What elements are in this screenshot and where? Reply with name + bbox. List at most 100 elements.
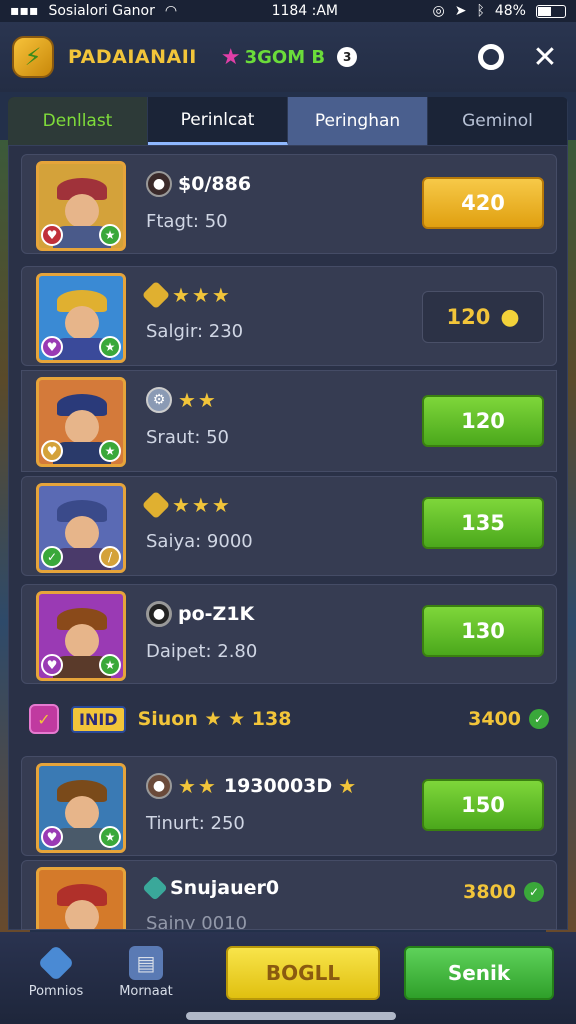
item-info: ★★★ Salgir: 230	[141, 280, 244, 342]
item-name: $0/886	[178, 173, 252, 195]
settings-button[interactable]	[472, 38, 510, 76]
signal-icon: ▪▪▪	[10, 3, 39, 19]
item-info: Snujauer0 Sainy 0010	[142, 875, 280, 930]
tab-perinlcat[interactable]: Perinlcat	[148, 97, 288, 145]
item-stat: Sainy 0010	[146, 913, 248, 930]
list-item: ♥ ★ ● po-Z1K Daipet: 2.80 130	[21, 584, 557, 684]
nav-label: Pomnios	[28, 984, 84, 999]
diamond-icon	[37, 944, 75, 982]
green-star-badge-icon: ★	[99, 826, 121, 848]
book-icon: ▤	[129, 946, 163, 980]
star-rating: ★★	[178, 774, 218, 798]
list-item: Snujauer0 Sainy 0010 3800 ✓	[21, 860, 557, 930]
item-info: ★★★ Saiya: 9000	[141, 490, 253, 552]
subtitle-group: ★ 3GOM B 3	[221, 45, 358, 70]
wifi-icon: ◠	[164, 3, 178, 19]
green-star-badge-icon: ★	[99, 654, 121, 676]
tab-bar: Denllast Perinlcat Peringhan Geminol	[8, 97, 568, 145]
heart-badge-icon: ♥	[41, 440, 63, 462]
gold-gem-icon	[141, 490, 171, 520]
subtitle-badge: 3	[337, 47, 358, 67]
vip-value: 3400	[468, 708, 521, 730]
buy-button[interactable]: 150	[422, 779, 544, 831]
portrait-icon: ●	[146, 171, 172, 197]
vip-text: Siuon ★ ★ 138	[137, 708, 292, 730]
green-action-button[interactable]: Senik	[404, 946, 554, 1000]
green-star-badge-icon: ★	[99, 440, 121, 462]
green-star-badge-icon: ★	[99, 336, 121, 358]
list-item: ♥ ★ ● $0/886 Ftagt: 50 420	[21, 154, 557, 254]
item-stat: Daipet: 2.80	[146, 641, 258, 662]
lightning-logo-icon: ⚡	[12, 36, 54, 78]
buy-button[interactable]: 120	[422, 395, 544, 447]
hero-face	[65, 410, 99, 444]
carrier-name: Sosialori Ganor	[48, 3, 155, 19]
hero-face	[65, 516, 99, 550]
teal-gem-icon	[142, 875, 168, 901]
location-icon: ◎	[432, 3, 445, 19]
hero-avatar: ♥ ★	[36, 273, 126, 363]
price: 120	[446, 305, 491, 329]
navigation-icon: ➤	[454, 3, 467, 19]
buy-button[interactable]: 130	[422, 605, 544, 657]
sword-badge-icon: /	[99, 546, 121, 568]
buy-button[interactable]: 120 ●	[422, 291, 544, 343]
buy-button[interactable]: 420	[422, 177, 544, 229]
check-icon: ✓	[524, 882, 544, 902]
item-stat: Tinurt: 250	[146, 813, 245, 834]
vip-value-group: 3400 ✓	[468, 708, 549, 730]
list-item: ♥ ★ ★★★ Salgir: 230 120 ●	[21, 266, 557, 366]
list-item: ♥ ★ ● ★★ 1930003D ★ Tinurt: 250 150	[21, 756, 557, 856]
game-header: ⚡ PADAIANAII ★ 3GOM B 3 ✕	[0, 22, 576, 92]
nav-label: Mornaat	[119, 984, 173, 999]
tab-peringhan[interactable]: Peringhan	[288, 97, 428, 145]
hero-face	[65, 194, 99, 228]
item-name: Snujauer0	[170, 877, 280, 899]
close-button[interactable]: ✕	[526, 38, 564, 76]
status-bar: ▪▪▪ Sosialori Ganor ◠ 1184 :AM ◎ ➤ ᛒ 48%	[0, 0, 576, 22]
price-group[interactable]: 3800 ✓	[463, 881, 544, 903]
heart-badge-icon: ♥	[41, 654, 63, 676]
star-rating: ★	[338, 774, 359, 798]
settings-ring-icon	[478, 44, 504, 70]
price: 3800	[463, 881, 516, 903]
hero-avatar: ♥ ★	[36, 377, 126, 467]
bottom-nav: Pomnios ▤ Mornaat BOGLL Senik	[0, 932, 576, 1024]
hero-face	[65, 624, 99, 658]
item-stat: Salgir: 230	[146, 321, 244, 342]
item-info: ● ★★ 1930003D ★ Tinurt: 250	[146, 773, 358, 834]
hero-avatar: ♥ ★	[36, 591, 126, 681]
subtitle: 3GOM B	[244, 46, 326, 68]
item-name: 1930003D	[223, 775, 333, 797]
vip-row[interactable]: ✓ INID Siuon ★ ★ 138 3400 ✓	[29, 694, 549, 744]
home-indicator[interactable]	[186, 1012, 396, 1020]
hero-avatar: ♥ ★	[36, 763, 126, 853]
green-star-badge-icon: ★	[99, 224, 121, 246]
item-name: po-Z1K	[178, 603, 255, 625]
nav-item-mornaat[interactable]: ▤ Mornaat	[106, 946, 186, 999]
tab-geminol[interactable]: Geminol	[428, 97, 568, 145]
checkbox[interactable]: ✓	[29, 704, 59, 734]
hero-avatar: ✓ /	[36, 483, 126, 573]
vip-tag: INID	[71, 705, 126, 733]
star-rating: ★★★	[172, 493, 232, 517]
hero-face	[65, 306, 99, 340]
hero-face	[65, 796, 99, 830]
list-item: ✓ / ★★★ Saiya: 9000 135	[21, 476, 557, 576]
item-stat: Saiya: 9000	[146, 531, 253, 552]
shop-list[interactable]: ♥ ★ ● $0/886 Ftagt: 50 420 ♥ ★ ★★★ Salgir…	[8, 145, 568, 930]
pin-icon: ●	[500, 304, 520, 330]
yellow-action-button[interactable]: BOGLL	[226, 946, 380, 1000]
hero-avatar: ♥ ★	[36, 161, 126, 251]
tab-denllast[interactable]: Denllast	[8, 97, 148, 145]
item-stat: Ftagt: 50	[146, 211, 228, 232]
close-icon: ✕	[532, 39, 558, 75]
heart-badge-icon: ♥	[41, 224, 63, 246]
item-info: ⚙ ★★ Sraut: 50	[146, 387, 229, 448]
hero-face	[65, 900, 99, 929]
clock: 1184 :AM	[271, 3, 339, 19]
wrench-icon: ⚙	[146, 387, 172, 413]
nav-item-pomnios[interactable]: Pomnios	[16, 944, 96, 999]
buy-button[interactable]: 135	[422, 497, 544, 549]
battery-percent: 48%	[494, 3, 526, 19]
